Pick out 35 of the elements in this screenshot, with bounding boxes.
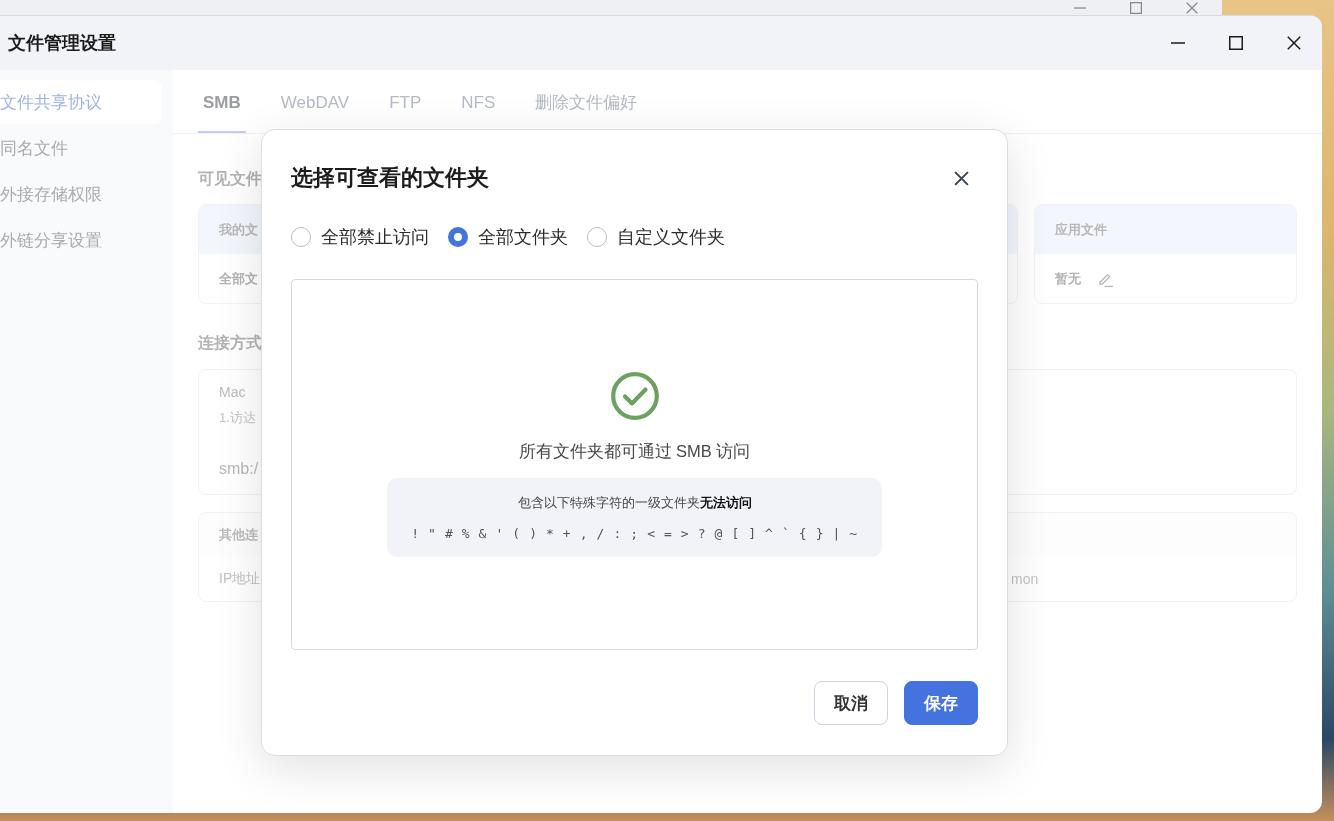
- dialog-title: 选择可查看的文件夹: [291, 164, 489, 192]
- close-icon[interactable]: [954, 170, 969, 186]
- status-message: 所有文件夹都可通过 SMB 访问: [518, 441, 751, 462]
- check-circle-icon: [610, 372, 659, 420]
- section-heading: 可见文件: [198, 169, 262, 189]
- tab[interactable]: SMB: [198, 70, 246, 133]
- tab[interactable]: NFS: [456, 70, 501, 133]
- sidebar-item[interactable]: 同名文件: [0, 126, 162, 170]
- window-title: 文件管理设置: [8, 32, 117, 55]
- sidebar-item[interactable]: 外接存储权限: [0, 172, 162, 216]
- maximize-icon[interactable]: [1229, 36, 1243, 50]
- save-button[interactable]: 保存: [904, 681, 978, 725]
- card-header: 应用文件: [1035, 205, 1296, 254]
- warning-note: 包含以下特殊字符的一级文件夹无法访问: [517, 494, 752, 512]
- card-value: 暂无: [1055, 269, 1082, 288]
- field-label: IP地址: [219, 569, 261, 588]
- special-characters: ! " # % & ' ( ) * + , / : ; < = > ? @ [ ] ^ ` { } | ~: [411, 525, 858, 543]
- cancel-button[interactable]: 取消: [814, 681, 888, 725]
- radio-button[interactable]: [587, 227, 607, 247]
- tab[interactable]: WebDAV: [275, 70, 355, 133]
- address-text: smb:/: [219, 459, 259, 479]
- card-title: Mac: [219, 383, 246, 401]
- close-icon[interactable]: [1287, 36, 1301, 50]
- radio-button[interactable]: [291, 227, 311, 247]
- tab[interactable]: 删除文件偏好: [530, 70, 643, 133]
- card-title: 其他连: [219, 525, 258, 544]
- sidebar-item[interactable]: 文件共享协议: [0, 80, 162, 124]
- section-heading: 连接方式: [198, 333, 262, 353]
- card-value: 全部文: [219, 269, 258, 288]
- radio-button[interactable]: [448, 227, 468, 247]
- tab[interactable]: FTP: [384, 70, 427, 133]
- radio-option[interactable]: 自定义文件夹: [587, 225, 725, 249]
- field-value: mon: [1011, 570, 1039, 587]
- sidebar-item[interactable]: 外链分享设置: [0, 218, 162, 262]
- radio-option[interactable]: 全部禁止访问: [291, 225, 429, 249]
